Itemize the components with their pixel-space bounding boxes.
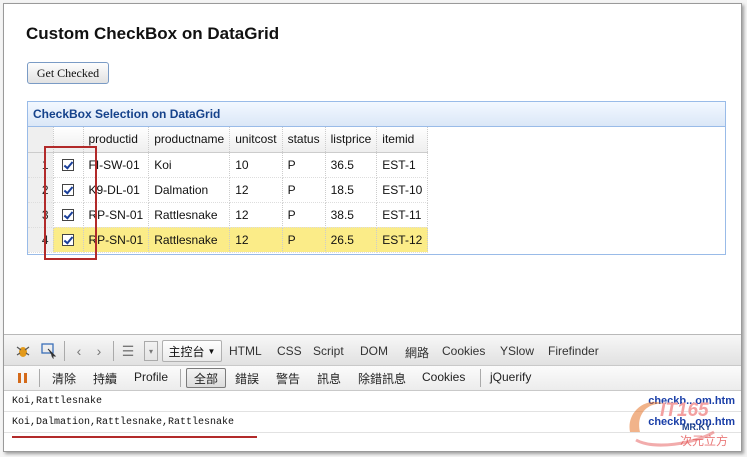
- tab-html[interactable]: HTML: [229, 344, 262, 358]
- cell-itemid: EST-11: [376, 202, 429, 228]
- toolbar-separator: [64, 341, 65, 361]
- tab-console[interactable]: 主控台 ▼: [162, 340, 222, 362]
- filter-cookies-button[interactable]: Cookies: [422, 370, 465, 384]
- cell-itemid: EST-12: [376, 227, 429, 253]
- tab-console-label: 主控台: [168, 344, 205, 359]
- log-message: Koi,Rattlesnake: [12, 396, 103, 407]
- col-header-itemid[interactable]: itemid: [376, 127, 429, 153]
- chevron-right-icon[interactable]: ›: [90, 342, 108, 360]
- inspect-icon[interactable]: [40, 342, 58, 360]
- cell-productname: Koi: [148, 152, 231, 178]
- jquerify-button[interactable]: jQuerify: [490, 370, 531, 384]
- tab-css[interactable]: CSS: [277, 344, 302, 358]
- console-filter-bar: 清除 持續 Profile 全部 錯誤 警告 訊息 除錯訊息 Cookies j…: [4, 366, 741, 391]
- filter-debug-button[interactable]: 除錯訊息: [358, 370, 406, 387]
- cell-unitcost: 12: [229, 177, 283, 203]
- col-header-productname[interactable]: productname: [148, 127, 231, 153]
- tab-script[interactable]: Script: [313, 344, 344, 358]
- command-line-icon[interactable]: ☰: [119, 342, 137, 360]
- cell-status: P: [282, 152, 326, 178]
- datagrid: CheckBox Selection on DataGrid productid…: [27, 101, 726, 255]
- watermark-text: IT165: [660, 400, 709, 421]
- log-message: Koi,Dalmation,Rattlesnake,Rattlesnake: [12, 417, 235, 428]
- cell-status: P: [282, 177, 326, 203]
- filter-warnings-button[interactable]: 警告: [276, 370, 300, 387]
- chevron-down-icon: ▼: [207, 346, 216, 356]
- tab-yslow[interactable]: YSlow: [500, 344, 534, 358]
- cell-unitcost: 12: [229, 202, 283, 228]
- cell-productname: Rattlesnake: [148, 227, 231, 253]
- cell-listprice: 18.5: [325, 177, 378, 203]
- screenshot-frame: Custom CheckBox on DataGrid Get Checked …: [3, 3, 742, 452]
- cell-listprice: 38.5: [325, 202, 378, 228]
- filter-info-button[interactable]: 訊息: [317, 370, 341, 387]
- tab-firefinder[interactable]: Firefinder: [548, 344, 599, 358]
- clear-button[interactable]: 清除: [52, 370, 76, 387]
- checkbox-highlight-annotation: [44, 146, 97, 260]
- col-header-status[interactable]: status: [282, 127, 326, 153]
- cell-status: P: [282, 227, 326, 253]
- toolbar-separator: [180, 369, 181, 387]
- cell-productname: Rattlesnake: [148, 202, 231, 228]
- firebug-bug-icon[interactable]: [14, 342, 32, 360]
- get-checked-button[interactable]: Get Checked: [27, 62, 109, 84]
- watermark-text: MR.KY: [682, 422, 711, 432]
- persist-button[interactable]: 持續: [93, 370, 117, 387]
- cell-listprice: 36.5: [325, 152, 378, 178]
- profile-button[interactable]: Profile: [134, 370, 168, 384]
- page-title: Custom CheckBox on DataGrid: [26, 24, 280, 43]
- col-header-unitcost[interactable]: unitcost: [229, 127, 283, 153]
- filter-all-button[interactable]: 全部: [186, 368, 226, 388]
- tab-net[interactable]: 網路: [405, 344, 429, 361]
- cell-status: P: [282, 202, 326, 228]
- col-header-listprice[interactable]: listprice: [325, 127, 378, 153]
- tab-cookies[interactable]: Cookies: [442, 344, 485, 358]
- toolbar-separator: [480, 369, 481, 387]
- cell-itemid: EST-1: [376, 152, 429, 178]
- cell-itemid: EST-10: [376, 177, 429, 203]
- panel-menu-dropdown-icon[interactable]: ▾: [144, 341, 158, 361]
- chevron-left-icon[interactable]: ‹: [70, 342, 88, 360]
- cell-unitcost: 12: [229, 227, 283, 253]
- cell-listprice: 26.5: [325, 227, 378, 253]
- cell-productname: Dalmation: [148, 177, 231, 203]
- tab-dom[interactable]: DOM: [360, 344, 388, 358]
- datagrid-panel-title: CheckBox Selection on DataGrid: [28, 102, 725, 127]
- break-on-error-icon[interactable]: [16, 371, 30, 385]
- watermark-logo: IT165 MR.KY 次元立方: [624, 392, 741, 450]
- filter-errors-button[interactable]: 錯誤: [235, 370, 259, 387]
- log-underline-annotation: [12, 436, 257, 438]
- toolbar-separator: [39, 369, 40, 387]
- watermark-text: 次元立方: [680, 434, 729, 448]
- toolbar-separator: [113, 341, 114, 361]
- firebug-toolbar: ‹ › ☰ ▾ 主控台 ▼ HTML CSS Script DOM 網路 Coo…: [4, 334, 741, 366]
- cell-unitcost: 10: [229, 152, 283, 178]
